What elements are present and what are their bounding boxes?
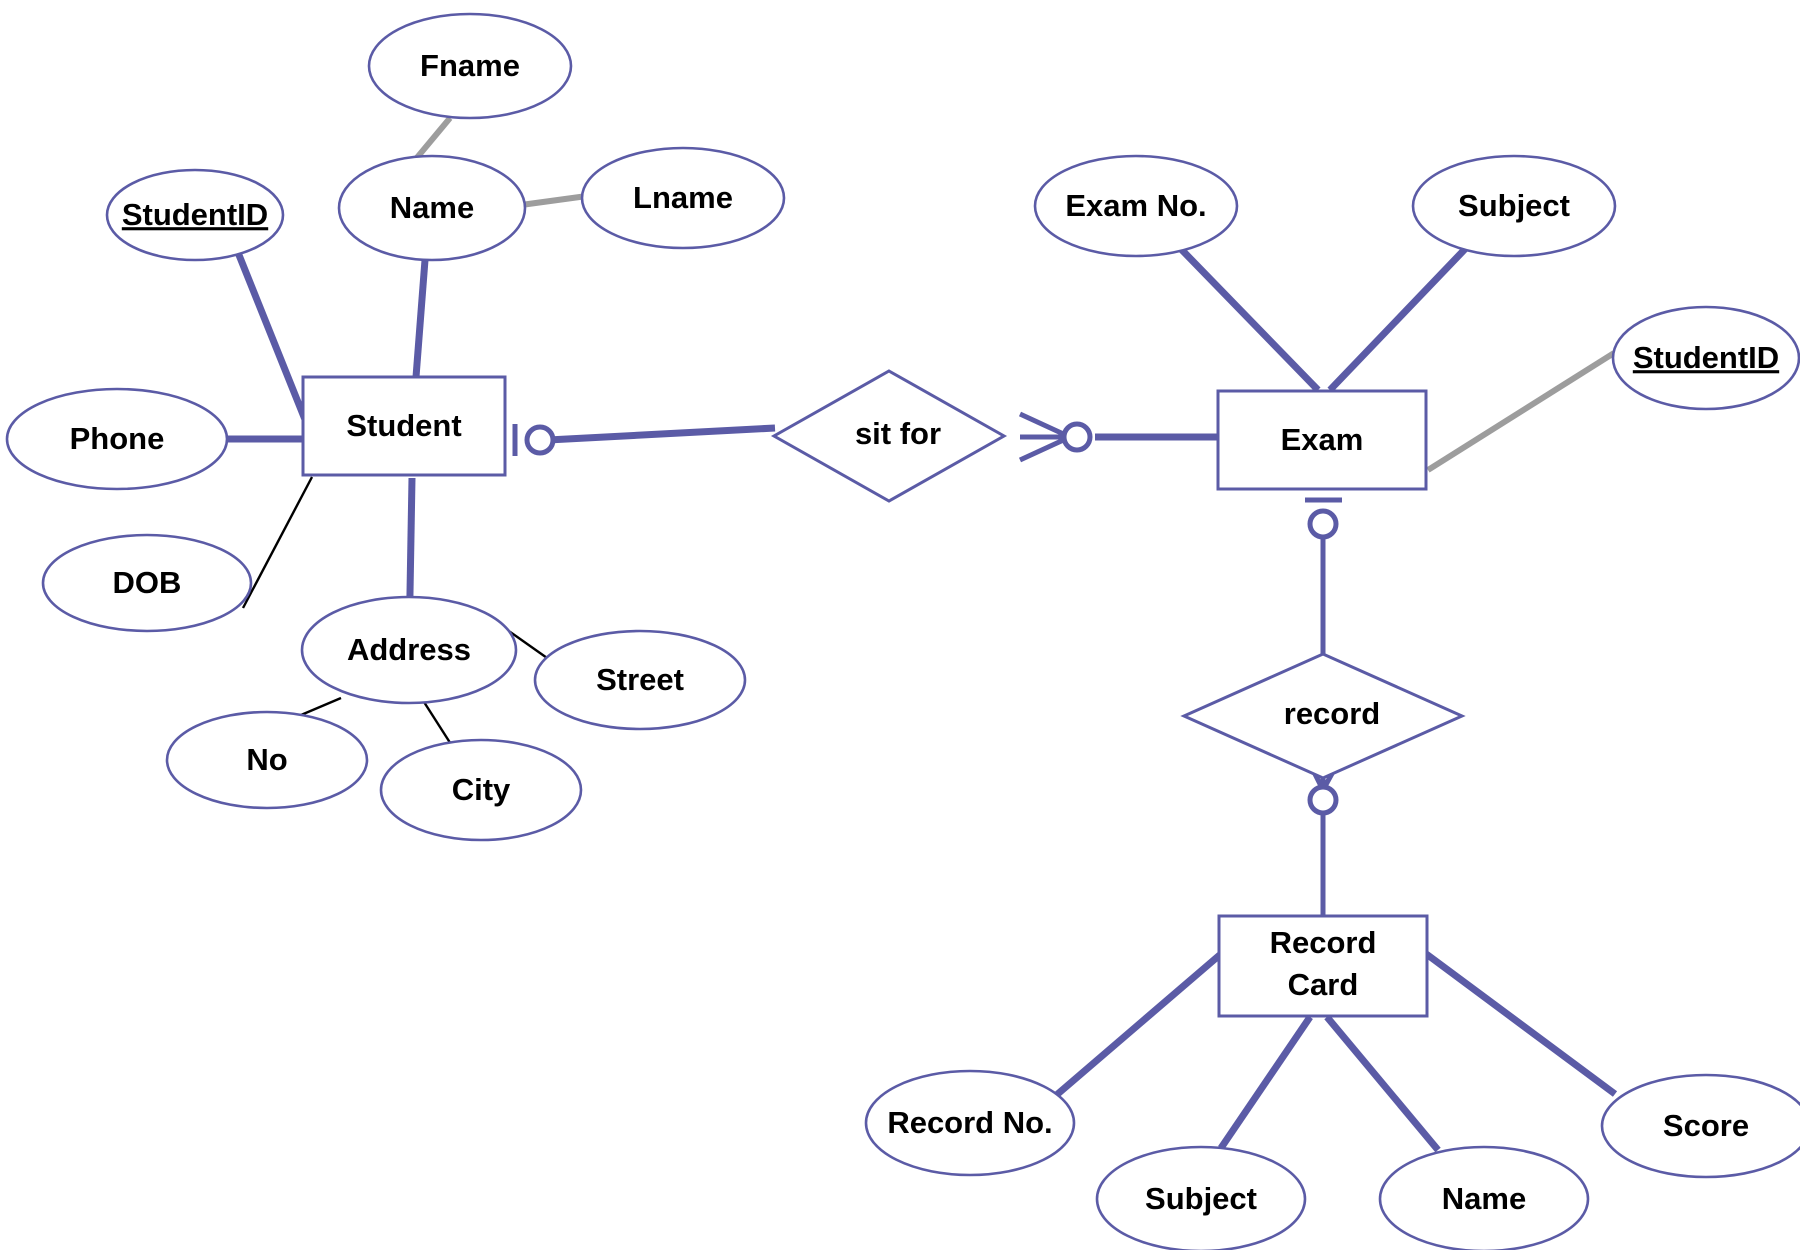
attribute-label: DOB <box>113 565 182 600</box>
attribute-name[interactable]: Name <box>337 154 527 262</box>
edge-recordcard-score <box>1422 950 1618 1097</box>
edge-student-dob <box>241 476 314 609</box>
entity-record-card[interactable]: Record Card <box>1217 914 1429 1018</box>
attribute-label: Street <box>596 662 684 697</box>
edge-recordcard-recordno <box>1050 950 1225 1101</box>
er-diagram-canvas: sit for (thick, slight slope) --> Exam (… <box>0 0 1800 1250</box>
attribute-label: Exam No. <box>1065 188 1206 223</box>
attribute-label: StudentID <box>1633 340 1779 375</box>
attribute-label: City <box>452 772 511 807</box>
attribute-layer: StudentID Name Fname Lname Phone DOB Add… <box>5 12 1800 1250</box>
attribute-exam-no[interactable]: Exam No. <box>1033 154 1239 258</box>
attribute-label: Name <box>1442 1181 1526 1216</box>
edge-name-student <box>412 259 429 378</box>
attribute-street[interactable]: Street <box>533 629 747 731</box>
edge-student-sitfor <box>547 424 776 444</box>
relationship-label: sit for <box>855 416 941 451</box>
entity-label: Exam <box>1281 422 1364 457</box>
attribute-address[interactable]: Address <box>300 595 518 705</box>
edge-recordcard-name <box>1324 1014 1441 1153</box>
edge-fname-name <box>412 116 453 162</box>
cardinality-student-sitfor <box>512 424 556 456</box>
attribute-label: Fname <box>420 48 520 83</box>
attribute-no[interactable]: No <box>165 710 369 810</box>
attribute-label: Score <box>1663 1108 1749 1143</box>
attribute-city[interactable]: City <box>379 738 583 842</box>
attribute-studentid-left[interactable]: StudentID <box>105 168 285 262</box>
cardinality-sitfor-exam <box>1018 411 1093 463</box>
edge-studentid-student <box>233 248 314 434</box>
entity-student[interactable]: Student <box>301 375 507 477</box>
edge-address-no <box>300 696 342 717</box>
attribute-label: Name <box>390 190 474 225</box>
cardinality-exam-record <box>1305 497 1342 540</box>
entity-label-line1: Record <box>1270 925 1377 960</box>
attribute-label: Address <box>347 632 471 667</box>
edge-examno-exam <box>1177 245 1321 393</box>
edge-subject-exam <box>1327 245 1469 393</box>
attribute-label: Record No. <box>887 1105 1052 1140</box>
attribute-fname[interactable]: Fname <box>367 12 573 120</box>
attribute-phone[interactable]: Phone <box>5 387 229 491</box>
attribute-subject-card[interactable]: Subject <box>1095 1145 1307 1250</box>
er-diagram-svg: sit for (thick, slight slope) --> Exam (… <box>5 12 1800 1250</box>
attribute-label: Phone <box>70 421 165 456</box>
attribute-label: Subject <box>1145 1181 1257 1216</box>
entity-exam[interactable]: Exam <box>1216 389 1428 491</box>
attribute-lname[interactable]: Lname <box>580 146 786 250</box>
attribute-score[interactable]: Score <box>1600 1073 1800 1179</box>
attribute-label: Subject <box>1458 188 1570 223</box>
relationship-record[interactable]: record <box>1180 652 1466 780</box>
attribute-record-no[interactable]: Record No. <box>864 1069 1076 1177</box>
edge-name-lname <box>520 193 588 208</box>
edge-studentidright-exam <box>1426 350 1616 473</box>
attribute-label: Lname <box>633 180 733 215</box>
attribute-studentid-right[interactable]: StudentID <box>1611 305 1800 411</box>
attribute-dob[interactable]: DOB <box>41 533 253 633</box>
entity-label-line2: Card <box>1288 967 1359 1002</box>
attribute-label: StudentID <box>122 197 268 232</box>
attribute-subject-exam[interactable]: Subject <box>1411 154 1617 258</box>
relationship-label: record <box>1284 696 1380 731</box>
relationship-sit-for[interactable]: sit for <box>770 369 1008 503</box>
attribute-name-card[interactable]: Name <box>1378 1145 1590 1250</box>
attribute-label: No <box>246 742 287 777</box>
entity-label: Student <box>346 408 461 443</box>
edge-recordcard-subject <box>1218 1015 1313 1150</box>
